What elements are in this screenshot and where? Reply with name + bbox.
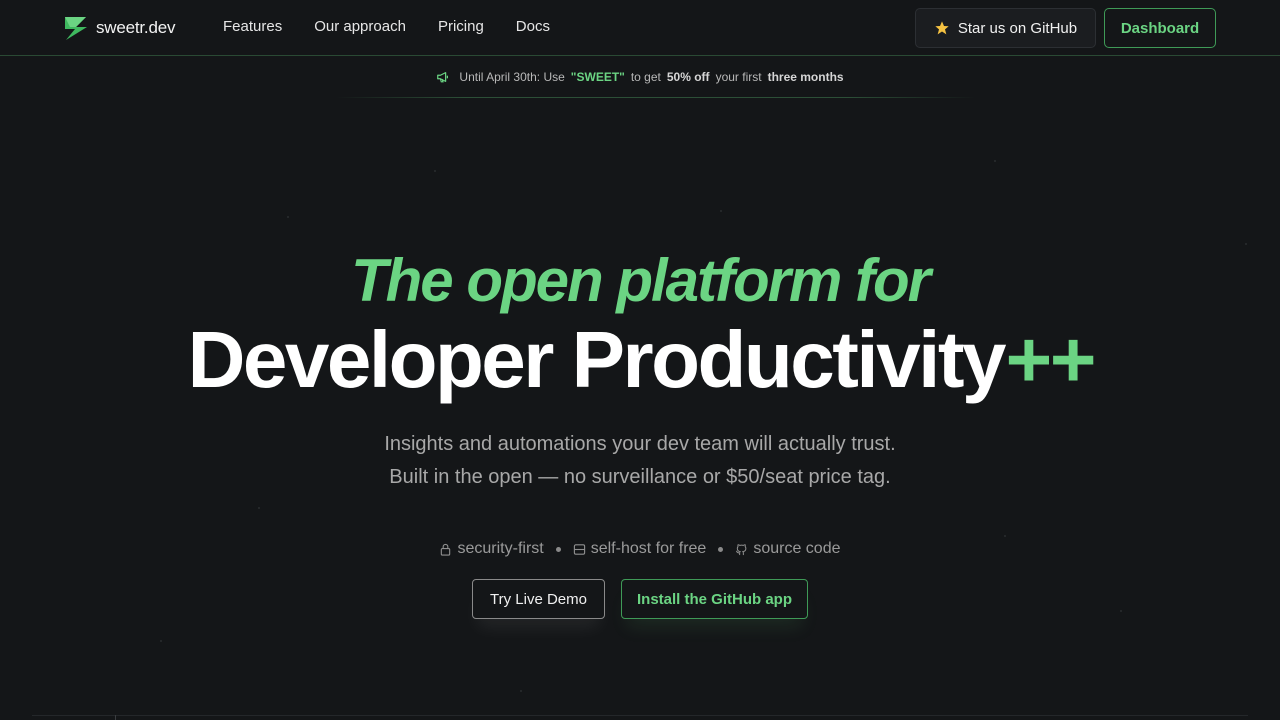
promo-prefix: Until April 30th: Use bbox=[459, 70, 565, 84]
hero-headline-top: The open platform for bbox=[351, 247, 931, 314]
hero-plus-plus: ++ bbox=[1003, 315, 1095, 404]
promo-banner: Until April 30th: Use "SWEET" to get 50%… bbox=[0, 56, 1280, 98]
feature-self-host: self-host for free bbox=[573, 540, 707, 558]
feature-security: security-first bbox=[439, 540, 544, 558]
nav-links: Features Our approach Pricing Docs bbox=[223, 18, 550, 35]
nav-link-our-approach[interactable]: Our approach bbox=[314, 18, 406, 35]
hero-headline-main: Developer Productivity++ bbox=[0, 314, 1280, 406]
try-live-demo-button[interactable]: Try Live Demo bbox=[472, 579, 605, 619]
hero-subtitle-line1: Insights and automations your dev team w… bbox=[384, 433, 896, 455]
nav-link-pricing[interactable]: Pricing bbox=[438, 18, 484, 35]
promo-code: "SWEET" bbox=[570, 70, 625, 84]
feature-highlights: security-first self-host for free source… bbox=[0, 540, 1280, 558]
github-icon bbox=[736, 543, 747, 555]
star-icon bbox=[935, 21, 949, 35]
nav-link-features[interactable]: Features bbox=[223, 18, 282, 35]
brand-name: sweetr.dev bbox=[96, 18, 176, 37]
separator-dot bbox=[555, 546, 561, 552]
megaphone-icon bbox=[437, 72, 449, 83]
star-github-label: Star us on GitHub bbox=[957, 19, 1078, 37]
lightning-logo-icon bbox=[65, 17, 87, 40]
brand-logo[interactable]: sweetr.dev bbox=[64, 15, 175, 41]
feature-self-host-label: self-host for free bbox=[590, 540, 707, 557]
hero-subtitle-line2: Built in the open — no surveillance or $… bbox=[389, 466, 891, 488]
feature-security-label: security-first bbox=[457, 540, 544, 557]
server-icon bbox=[573, 543, 585, 555]
promo-middle: to get bbox=[630, 70, 661, 84]
section-divider-tick bbox=[115, 715, 116, 720]
promo-discount: 50% off bbox=[666, 70, 710, 84]
lock-icon bbox=[441, 543, 451, 556]
star-github-button[interactable]: Star us on GitHub bbox=[915, 8, 1096, 48]
promo-middle2: your first bbox=[715, 70, 762, 84]
hero-subtitle: Insights and automations your dev team w… bbox=[0, 428, 1280, 494]
dashboard-button[interactable]: Dashboard bbox=[1104, 8, 1216, 48]
hero-headline-main-text: Developer Productivity bbox=[187, 315, 1007, 404]
nav-link-docs[interactable]: Docs bbox=[516, 18, 550, 35]
top-navbar: sweetr.dev Features Our approach Pricing… bbox=[0, 0, 1280, 56]
separator-dot bbox=[718, 546, 724, 552]
promo-divider bbox=[336, 97, 976, 98]
feature-source-code[interactable]: source code bbox=[735, 540, 841, 558]
promo-duration: three months bbox=[767, 70, 844, 84]
section-divider bbox=[32, 715, 1248, 716]
feature-source-code-label: source code bbox=[753, 540, 841, 557]
install-github-app-button[interactable]: Install the GitHub app bbox=[621, 579, 808, 619]
